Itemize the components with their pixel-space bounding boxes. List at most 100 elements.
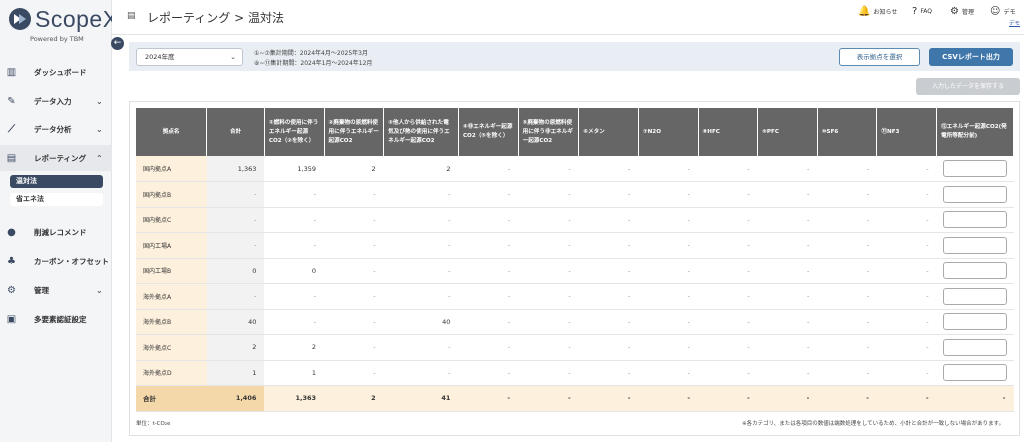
energy-co2-input[interactable] [943,160,1008,177]
energy-co2-input[interactable] [943,313,1008,331]
value-cell: - [876,360,937,386]
user-menu[interactable]: ☺ デモ [990,6,1015,17]
value-cell: - [518,207,579,233]
energy-co2-input[interactable] [943,364,1008,382]
total-value-cell: - [817,385,877,412]
sidebar-item-label: データ分析 [34,124,72,134]
column-header: ⑪NF3 [876,108,938,156]
value-cell: - [458,283,519,310]
energy-co2-input[interactable] [943,185,1008,203]
value-cell: 2 [264,334,325,361]
table-row: 国内工場B 0 0- - - - - - - - - - [136,258,1014,284]
sidebar-item-label: 削減レコメンド [34,227,87,237]
sidebar-item-label: データ入力 [34,96,72,106]
column-header: ⑦N2O [638,108,699,156]
sidebar-subitem-energy-law[interactable]: 省エネ法 [10,193,103,206]
user-icon: ☺ [990,6,1001,17]
gear-icon: ⚙ [950,6,959,17]
user-sub-link[interactable]: デモ [1009,19,1020,27]
total-cell: - [206,232,265,259]
value-cell: - [324,334,384,361]
column-header: 合計 [206,108,265,156]
column-header: ⑫エネルギー起源CO2(発電所等配分前) [936,108,1014,156]
notifications-link[interactable]: 🔔 お知らせ [858,6,897,17]
powered-by: Powered by TBM [30,35,84,43]
value-cell: 40 [383,309,459,335]
sidebar-item-reduction[interactable]: ● 削減レコメンド [0,219,112,245]
column-header: ⑤廃棄物の原燃料使用に伴う非エネルギー起源CO2 [518,108,580,156]
sidebar-item-label: 多要素認証設定 [34,314,87,324]
document-icon: ▤ [127,11,136,21]
dashboard-icon: ▥ [6,66,17,78]
column-header: ⑥メタン [578,108,639,156]
value-cell: - [698,156,758,182]
value-cell: - [324,360,384,386]
value-cell: - [698,360,758,386]
value-cell: - [578,360,639,386]
total-value-cell: - [458,385,519,412]
sidebar-item-mfa[interactable]: ▣ 多要素認証設定 [0,306,112,332]
value-cell: - [757,207,818,233]
value-cell: - [698,207,758,233]
energy-co2-input[interactable] [943,287,1008,305]
sidebar-item-dashboard[interactable]: ▥ ダッシュボード [0,59,112,85]
faq-link[interactable]: ? FAQ [912,6,932,17]
csv-export-button[interactable]: CSVレポート出力 [929,48,1013,66]
total-value-cell: - [757,385,818,412]
table-row: 国内工場A - - - - - - - - - - - - [136,232,1014,259]
value-cell: - [458,232,519,259]
value-cell: - [638,156,699,182]
question-icon: ? [912,6,918,17]
bulb-icon: ● [7,226,16,238]
total-cell: - [206,181,265,208]
table-row: 国内拠点A 1,363 1,359 2 2- - - - - - - - [136,156,1014,182]
sidebar-collapse-button[interactable]: ← [111,37,124,50]
value-cell: - [324,283,384,310]
sidebar-item-admin[interactable]: ⚙ 管理 ⌄ [0,277,112,303]
value-cell: - [383,360,459,386]
rounding-note: ※各カテゴリ、または各項目の数値は端数処理をしているため、小計と合計が一致しない… [742,421,1005,427]
energy-co2-input[interactable] [943,262,1008,280]
value-cell: - [638,181,699,208]
site-name-cell: 国内工場B [136,258,207,284]
admin-link[interactable]: ⚙ 管理 [950,6,974,17]
sidebar-item-carbon-offset[interactable]: ♣ カーボン・オフセット [0,248,112,274]
table-row: 国内拠点B - - - - - - - - - - - - [136,181,1014,208]
column-header: ①燃料の使用に伴うエネルギー起源CO2（②を除く） [264,108,325,156]
total-row: 合計 1,406 1,363 2 41- - - - - - - - - [136,385,1014,412]
value-cell: - [324,207,384,233]
period-line-1: ①~⑦集計期間：2024年4月～2025年3月 [254,50,368,57]
column-header: ⑧HFC [698,108,759,156]
value-cell: - [876,232,937,259]
total-value-cell: - [936,385,1014,412]
select-sites-button[interactable]: 表示拠点を選択 [839,48,920,66]
value-cell: - [638,360,699,386]
fiscal-year-value: 2024年度 [145,53,175,61]
value-cell: - [698,181,758,208]
value-cell: - [264,207,325,233]
site-name-cell: 国内拠点B [136,181,207,208]
value-cell: - [324,309,384,335]
save-data-button[interactable]: 入力したデータを保存する [916,78,1020,95]
value-cell: - [698,232,758,259]
chevron-down-icon: ⌄ [96,96,103,106]
value-cell: - [518,258,579,284]
sidebar-item-reporting[interactable]: ▤ レポーティング ⌃ [0,145,112,171]
logo[interactable]: ScopeX [8,5,119,33]
energy-co2-input[interactable] [943,338,1008,356]
energy-co2-input[interactable] [943,236,1008,254]
value-cell: - [817,360,877,386]
sidebar-item-data-input[interactable]: ✎ データ入力 ⌄ [0,88,112,114]
energy-co2-input-cell [936,258,1014,284]
total-cell: 1 [206,360,265,386]
gear-icon: ⚙ [7,284,16,296]
fiscal-year-select[interactable]: 2024年度 ⌄ [136,48,243,66]
value-cell: - [817,207,877,233]
sidebar-item-label: 管理 [34,285,49,295]
energy-co2-input-cell [936,207,1014,233]
sidebar-item-data-analysis[interactable]: ⟋ データ分析 ⌄ [0,116,112,142]
energy-co2-input[interactable] [943,211,1008,229]
energy-co2-input-cell [936,309,1014,335]
sidebar-subitem-ghg-law[interactable]: 温対法 [10,175,103,188]
site-name-cell: 国内拠点A [136,156,207,182]
